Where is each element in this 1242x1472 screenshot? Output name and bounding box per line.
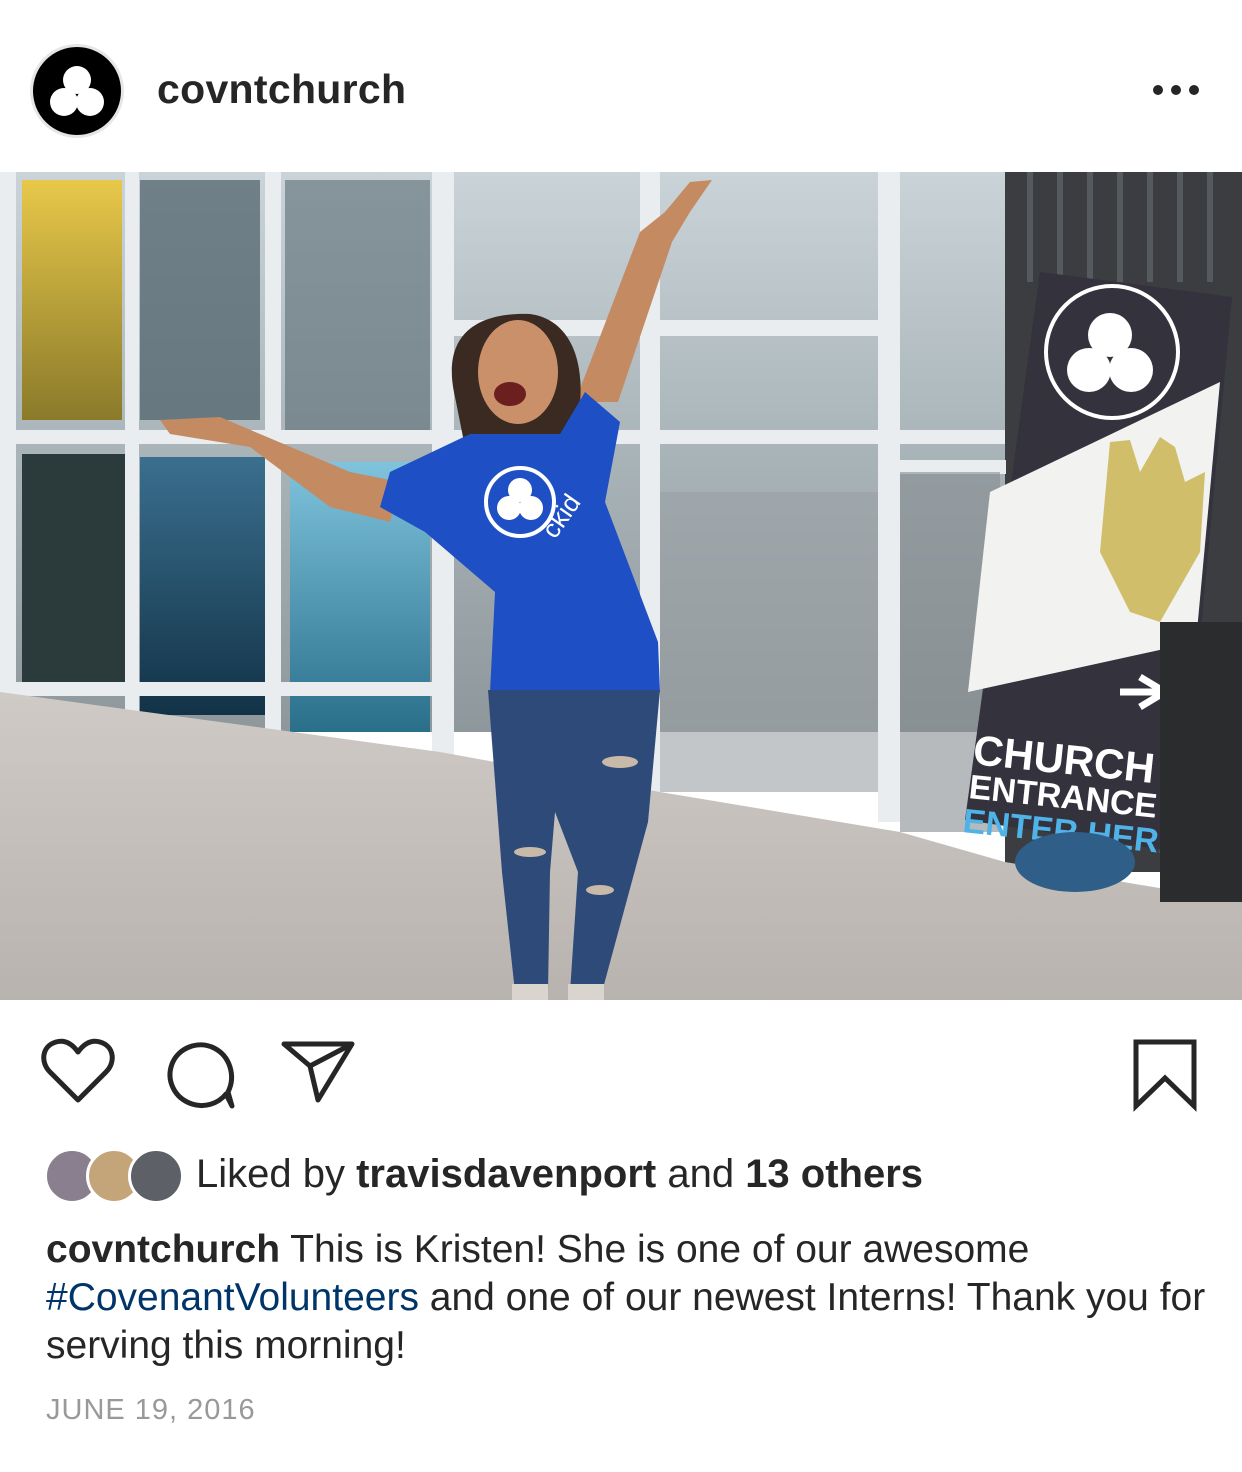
caption-text-1: This is Kristen! She is one of our aweso… [280, 1228, 1030, 1271]
ellipsis-icon[interactable] [1148, 72, 1204, 108]
likes-text: Liked by travisdavenport and 13 others [196, 1152, 923, 1197]
paper-plane-icon[interactable] [280, 1038, 356, 1109]
likes-row[interactable]: Liked by travisdavenport and 13 others [44, 1140, 1224, 1212]
post-username[interactable]: covntchurch [157, 66, 406, 113]
comment-icon[interactable] [160, 1036, 238, 1117]
likes-others[interactable]: 13 others [745, 1152, 923, 1196]
church-logo-icon [50, 66, 104, 116]
profile-avatar[interactable] [30, 44, 124, 138]
action-bar [0, 1000, 1242, 1140]
post-caption: covntchurch This is Kristen! She is one … [46, 1226, 1206, 1370]
heart-icon[interactable] [40, 1036, 116, 1111]
bookmark-icon[interactable] [1130, 1038, 1200, 1117]
likes-middle: and [656, 1152, 746, 1196]
post-date: JUNE 19, 2016 [46, 1394, 256, 1426]
caption-hashtag[interactable]: #CovenantVolunteers [46, 1276, 419, 1319]
avatar [128, 1148, 184, 1204]
post-photo[interactable]: CHURCH ENTRANCE ENTER HERE ckid [0, 172, 1242, 1000]
likes-prefix: Liked by [196, 1152, 357, 1196]
post-header: covntchurch [0, 0, 1242, 172]
liker-username[interactable]: travisdavenport [356, 1152, 656, 1196]
caption-username[interactable]: covntchurch [46, 1228, 280, 1271]
liker-avatars [44, 1148, 184, 1204]
